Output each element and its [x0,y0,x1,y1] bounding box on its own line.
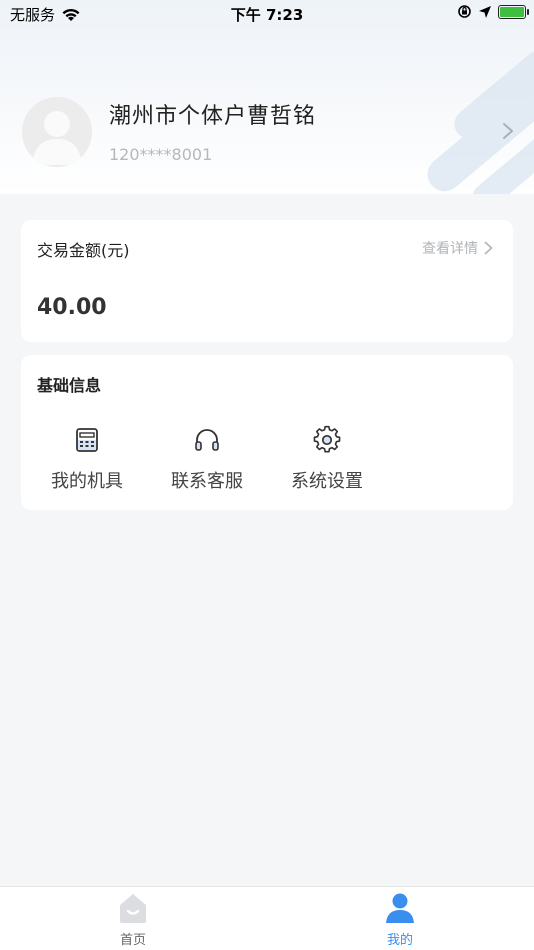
basic-info-title: 基础信息 [37,376,102,395]
headset-icon [195,429,219,451]
profile-header [0,0,534,194]
status-bar: 无服务 下午 7:23 [0,0,534,28]
menu-label: 联系客服 [171,471,243,492]
tab-mine[interactable]: 我的 [340,891,460,948]
tab-home[interactable]: 首页 [73,891,193,948]
user-name[interactable]: 潮州市个体户曹哲铭 [109,98,316,130]
menu-label: 系统设置 [291,471,363,492]
amount-value: 40.00 [37,295,107,320]
location-arrow-icon [479,5,491,18]
basic-info-card: 基础信息 我的机具 联系客服 系统设置 [21,355,513,510]
view-details-link[interactable]: 查看详情 [422,238,493,258]
avatar[interactable] [22,97,92,167]
amount-title: 交易金额(元) [37,241,130,260]
menu-label: 我的机具 [51,471,123,492]
tab-label-mine: 我的 [386,933,413,948]
menu-item-contact-support[interactable]: 联系客服 [157,425,257,493]
menu-item-my-devices[interactable]: 我的机具 [37,425,137,493]
header-decoration [427,51,534,194]
status-time: 下午 7:23 [230,6,304,24]
user-phone: 120****8001 [109,145,213,164]
chevron-right-icon [484,241,493,255]
view-details-label[interactable]: 查看详情 [422,238,478,258]
tab-label-home: 首页 [119,933,146,948]
default-avatar-icon [32,111,82,165]
bottom-tab-bar: 首页 我的 [0,886,534,950]
calculator-icon [76,428,98,452]
user-icon [386,893,414,923]
gear-icon [313,425,341,453]
home-icon [120,894,146,923]
transaction-amount-card: 交易金额(元) 查看详情 40.00 [21,220,513,342]
orientation-lock-icon [458,5,471,18]
battery-icon [498,4,529,19]
chevron-right-icon[interactable] [502,122,514,140]
menu-item-system-settings[interactable]: 系统设置 [277,425,377,493]
